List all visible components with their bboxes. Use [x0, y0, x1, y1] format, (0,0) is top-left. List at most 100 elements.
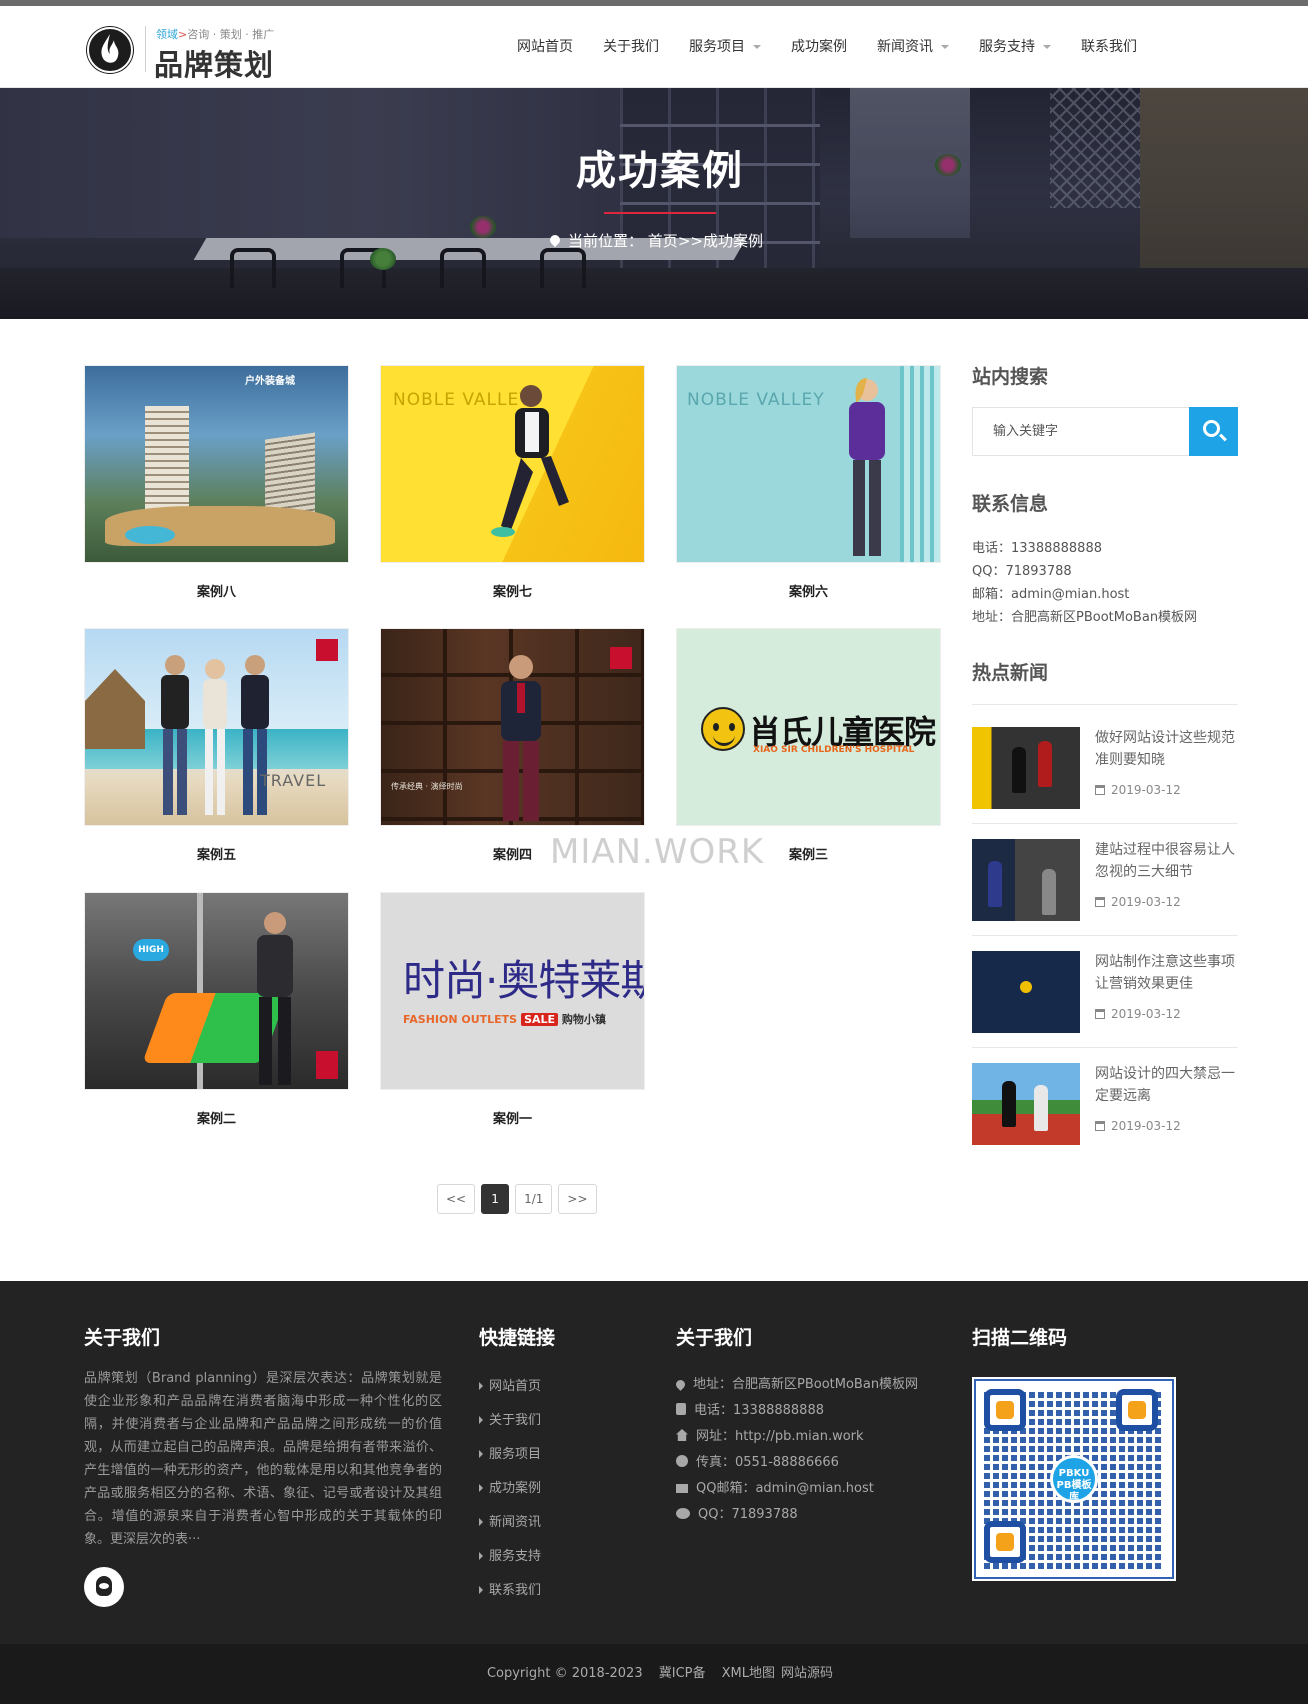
footer-about-heading: 关于我们 [84, 1327, 161, 1349]
logo-slogan-text: 咨询 · 策划 · 推广 [187, 28, 275, 41]
footer-contact-website[interactable]: 网址：http://pb.mian.work [676, 1425, 864, 1444]
calendar-icon [1095, 785, 1105, 795]
case-image[interactable]: 肖氏儿童医院 XIAO SIR CHILDREN'S HOSPITAL [676, 628, 941, 826]
model-figure [257, 912, 293, 1085]
news-title[interactable]: 建站过程中很容易让人忽视的三大细节 [1095, 839, 1238, 883]
case-image[interactable]: HIGH [84, 892, 349, 1090]
case-image[interactable]: 时尚·奥特莱斯 FASHION OUTLETS SALE 购物小镇 [380, 892, 645, 1090]
icp-link[interactable]: 冀ICP备 [659, 1666, 706, 1681]
calendar-icon [1095, 1009, 1105, 1019]
case-card[interactable]: 时尚·奥特莱斯 FASHION OUTLETS SALE 购物小镇 案例一 [380, 892, 645, 1127]
logo-name: 品牌策划 [154, 48, 275, 82]
contact-qq: QQ：71893788 [972, 564, 1072, 579]
calendar-icon [1095, 1121, 1105, 1131]
news-thumbnail[interactable] [972, 1063, 1080, 1145]
footer-link-cases[interactable]: 成功案例 [479, 1477, 541, 1496]
logo-divider [145, 26, 146, 72]
news-date: 2019-03-12 [1095, 895, 1181, 909]
footer-contact-heading: 关于我们 [676, 1327, 753, 1349]
search-form [972, 407, 1238, 456]
case-card[interactable]: NOBLE VALLEY 案例六 [676, 365, 941, 600]
breadcrumb-home[interactable]: 首页 [648, 232, 678, 250]
news-item[interactable]: 建站过程中很容易让人忽视的三大细节 2019-03-12 [972, 839, 1238, 921]
case-card[interactable]: 户外装备城 案例八 [84, 365, 349, 600]
nav-item-cases[interactable]: 成功案例 [776, 6, 862, 88]
caret-right-icon [479, 1586, 483, 1594]
news-thumbnail[interactable] [972, 727, 1080, 809]
caret-right-icon [479, 1518, 483, 1526]
case-title[interactable]: 案例二 [84, 1108, 349, 1127]
nav-item-services[interactable]: 服务项目 [674, 6, 776, 88]
case-image-text: HIGH [133, 939, 169, 961]
model-figure [501, 655, 541, 821]
nav-item-about[interactable]: 关于我们 [588, 6, 674, 88]
source-link[interactable]: 网站源码 [781, 1666, 833, 1681]
case-card[interactable]: 肖氏儿童医院 XIAO SIR CHILDREN'S HOSPITAL 案例三 [676, 628, 941, 863]
footer-links-heading: 快捷链接 [479, 1327, 556, 1349]
breadcrumb-current[interactable]: 成功案例 [703, 232, 763, 250]
case-image-subtext: XIAO SIR CHILDREN'S HOSPITAL [753, 745, 915, 755]
case-image[interactable]: 户外装备城 [84, 365, 349, 563]
footer-contact-phone: 电话：13388888888 [676, 1399, 824, 1418]
case-image[interactable]: NOBLE VALLEY [676, 365, 941, 563]
case-title[interactable]: 案例六 [676, 581, 941, 600]
case-image[interactable]: 传承经典 · 演绎时尚 [380, 628, 645, 826]
case-image[interactable]: TRAVEL [84, 628, 349, 826]
page-banner: 成功案例 当前位置： 首页>>成功案例 [0, 88, 1308, 319]
case-title[interactable]: 案例一 [380, 1108, 645, 1127]
case-title[interactable]: 案例七 [380, 581, 645, 600]
next-page-button[interactable]: >> [558, 1184, 597, 1214]
site-logo[interactable]: 领域>咨询 · 策划 · 推广 品牌策划 [86, 20, 286, 82]
model-figure [849, 378, 885, 556]
news-item[interactable]: 网站制作注意这些事项让营销效果更佳 2019-03-12 [972, 951, 1238, 1033]
qr-center-logo: PBKU PB模板库 [1050, 1455, 1098, 1503]
case-title[interactable]: 案例五 [84, 844, 349, 863]
case-card[interactable]: 传承经典 · 演绎时尚 案例四 [380, 628, 645, 863]
search-button[interactable] [1189, 407, 1238, 456]
nav-item-home[interactable]: 网站首页 [502, 6, 588, 88]
footer-link-home[interactable]: 网站首页 [479, 1375, 541, 1394]
news-thumbnail[interactable] [972, 839, 1080, 921]
footer-link-support[interactable]: 服务支持 [479, 1545, 541, 1564]
news-title[interactable]: 做好网站设计这些规范准则要知晓 [1095, 727, 1238, 771]
case-title[interactable]: 案例八 [84, 581, 349, 600]
map-pin-icon [674, 1378, 687, 1391]
footer-link-about[interactable]: 关于我们 [479, 1409, 541, 1428]
models-figure [161, 655, 269, 815]
globe-icon [676, 1455, 688, 1467]
search-icon [1203, 420, 1220, 437]
news-item[interactable]: 网站设计的四大禁忌一定要远离 2019-03-12 [972, 1063, 1238, 1145]
contact-heading: 联系信息 [972, 493, 1049, 515]
search-input[interactable] [973, 408, 1190, 455]
footer-link-contact[interactable]: 联系我们 [479, 1579, 541, 1598]
logo-slogan-accent: 领域 [156, 28, 178, 41]
phone-icon [676, 1403, 686, 1415]
contact-phone: 电话：13388888888 [972, 541, 1102, 556]
footer-link-news[interactable]: 新闻资讯 [479, 1511, 541, 1530]
footer-link-services[interactable]: 服务项目 [479, 1443, 541, 1462]
case-card[interactable]: TRAVEL 案例五 [84, 628, 349, 863]
news-title[interactable]: 网站制作注意这些事项让营销效果更佳 [1095, 951, 1238, 995]
footer-contact-email[interactable]: QQ邮箱：admin@mian.host [676, 1477, 874, 1496]
news-title[interactable]: 网站设计的四大禁忌一定要远离 [1095, 1063, 1238, 1107]
case-image-text: TRAVEL [260, 771, 327, 790]
sitemap-link[interactable]: XML地图 [722, 1666, 775, 1681]
qq-penguin-icon [96, 1576, 112, 1596]
prev-page-button[interactable]: << [437, 1184, 476, 1214]
copyright-bar: Copyright © 2018-2023 冀ICP备 XML地图 网站源码 [0, 1644, 1308, 1704]
qq-chat-button[interactable] [84, 1567, 124, 1607]
page-number-button[interactable]: 1 [481, 1184, 510, 1214]
nav-item-contact[interactable]: 联系我们 [1066, 6, 1152, 88]
nav-item-support[interactable]: 服务支持 [964, 6, 1066, 88]
site-header: 领域>咨询 · 策划 · 推广 品牌策划 网站首页 关于我们 服务项目 成功案例… [0, 6, 1308, 88]
footer-about-text: 品牌策划（Brand planning）是深层次表达：品牌策划就是使企业形象和产… [84, 1371, 442, 1547]
case-card[interactable]: HIGH 案例二 [84, 892, 349, 1127]
news-thumbnail[interactable] [972, 951, 1080, 1033]
case-image[interactable]: NOBLE VALLEY [380, 365, 645, 563]
nav-item-news[interactable]: 新闻资讯 [862, 6, 964, 88]
caret-right-icon [479, 1552, 483, 1560]
case-card[interactable]: NOBLE VALLEY 案例七 [380, 365, 645, 600]
news-item[interactable]: 做好网站设计这些规范准则要知晓 2019-03-12 [972, 727, 1238, 809]
breadcrumb: 当前位置： 首页>>成功案例 [547, 230, 763, 251]
title-underline [604, 212, 716, 214]
